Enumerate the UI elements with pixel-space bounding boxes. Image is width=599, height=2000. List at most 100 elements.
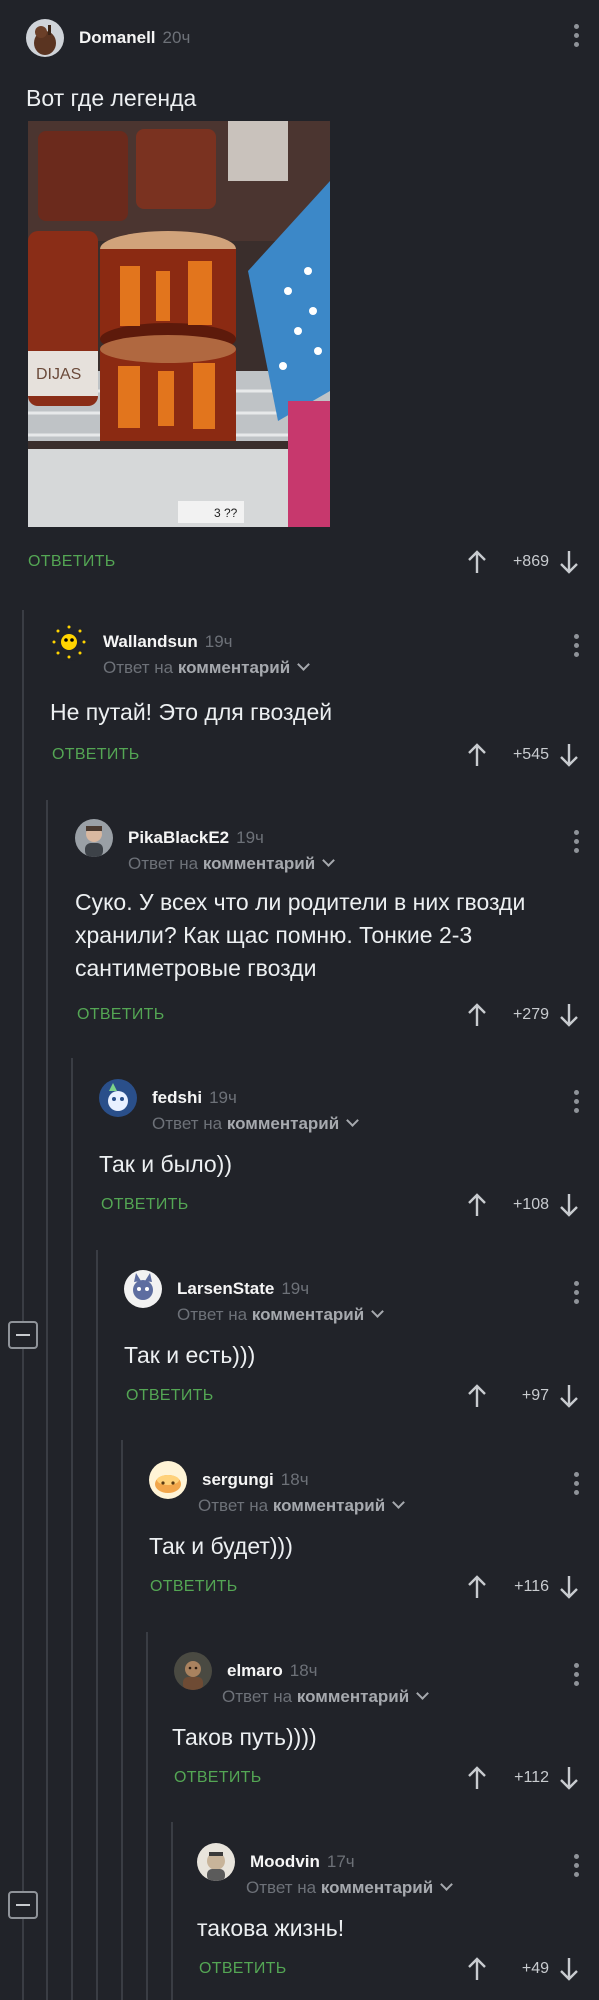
avatar[interactable] — [174, 1652, 212, 1690]
avatar[interactable] — [50, 623, 88, 661]
more-options-icon[interactable] — [573, 1090, 579, 1113]
timestamp: 18ч — [280, 1470, 309, 1489]
timestamp: 19ч — [209, 1088, 237, 1107]
comment: LarsenState 19ч Ответ на комментарий Так… — [0, 1269, 599, 1419]
username[interactable]: sergungi — [202, 1470, 274, 1490]
username[interactable]: LarsenState — [177, 1279, 274, 1299]
upvote-arrow-icon[interactable] — [465, 1574, 489, 1600]
chevron-down-icon — [392, 1496, 406, 1509]
timestamp: 17ч — [326, 1852, 355, 1871]
timestamp: 19ч — [236, 828, 264, 847]
chevron-down-icon — [416, 1687, 430, 1700]
comment-actions: ОТВЕТИТЬ +97 — [0, 1381, 599, 1411]
username[interactable]: Moodvin — [250, 1852, 320, 1872]
comment: sergungi 18ч Ответ на комментарий Так и … — [0, 1460, 599, 1610]
comment-actions: ОТВЕТИТЬ +116 — [0, 1572, 599, 1602]
more-options-icon[interactable] — [573, 24, 579, 47]
more-options-icon[interactable] — [573, 634, 579, 657]
more-options-icon[interactable] — [573, 1281, 579, 1304]
reply-to-link[interactable]: Ответ на комментарий — [222, 1687, 430, 1707]
rating-score: +279 — [512, 1006, 549, 1023]
comment-text: Таков путь)))) — [172, 1724, 317, 1750]
username[interactable]: Domanell — [79, 28, 156, 48]
avatar[interactable] — [149, 1461, 187, 1499]
comment-actions: ОТВЕТИТЬ +279 — [0, 1000, 599, 1030]
chevron-down-icon — [371, 1305, 385, 1318]
comment-text: Так и будет))) — [149, 1533, 293, 1559]
username[interactable]: PikaBlackE2 — [128, 828, 229, 848]
comment-text: такова жизнь! — [197, 1915, 345, 1941]
downvote-arrow-icon[interactable] — [557, 549, 581, 575]
downvote-arrow-icon[interactable] — [557, 1765, 581, 1791]
downvote-arrow-icon[interactable] — [557, 742, 581, 768]
avatar[interactable] — [26, 19, 64, 57]
comment: PikaBlackE2 19ч Ответ на комментарий Сук… — [0, 818, 599, 1038]
reply-button[interactable]: ОТВЕТИТЬ — [101, 1196, 189, 1214]
timestamp: 18ч — [289, 1661, 318, 1680]
comment: elmaro 18ч Ответ на комментарий Таков пу… — [0, 1651, 599, 1801]
reply-to-link[interactable]: Ответ на комментарий — [198, 1496, 406, 1516]
reply-to-link[interactable]: Ответ на комментарий — [103, 658, 311, 678]
reply-button[interactable]: ОТВЕТИТЬ — [77, 1006, 165, 1024]
username[interactable]: fedshi — [152, 1088, 202, 1108]
upvote-arrow-icon[interactable] — [465, 549, 489, 575]
downvote-arrow-icon[interactable] — [557, 1956, 581, 1982]
more-options-icon[interactable] — [573, 830, 579, 853]
username[interactable]: Wallandsun — [103, 632, 198, 652]
downvote-arrow-icon[interactable] — [557, 1192, 581, 1218]
comment-text: Так и есть))) — [124, 1342, 256, 1368]
upvote-arrow-icon[interactable] — [465, 1765, 489, 1791]
chevron-down-icon — [440, 1878, 454, 1891]
comment-text: Так и было)) — [99, 1151, 232, 1177]
rating-score: +97 — [521, 1387, 549, 1404]
upvote-arrow-icon[interactable] — [465, 1002, 489, 1028]
more-options-icon[interactable] — [573, 1854, 579, 1877]
post-actions: ОТВЕТИТЬ +869 — [0, 547, 599, 577]
comment-actions: ОТВЕТИТЬ +49 — [0, 1954, 599, 1984]
reply-button[interactable]: ОТВЕТИТЬ — [126, 1387, 214, 1405]
comment-text: Не путай! Это для гвоздей — [50, 699, 333, 725]
chevron-down-icon — [297, 658, 311, 671]
post-image[interactable]: DIJAS 3 ?? — [28, 121, 330, 527]
upvote-arrow-icon[interactable] — [465, 1383, 489, 1409]
chevron-down-icon — [346, 1114, 360, 1127]
price-tag: 3 ?? — [214, 506, 238, 520]
reply-button[interactable]: ОТВЕТИТЬ — [174, 1769, 262, 1787]
more-options-icon[interactable] — [573, 1663, 579, 1686]
reply-to-link[interactable]: Ответ на комментарий — [152, 1114, 360, 1134]
comment: fedshi 19ч Ответ на комментарий Так и бы… — [0, 1078, 599, 1228]
reply-to-link[interactable]: Ответ на комментарий — [128, 854, 336, 874]
comment-actions: ОТВЕТИТЬ +108 — [0, 1190, 599, 1220]
avatar[interactable] — [99, 1079, 137, 1117]
rating-score: +49 — [521, 1960, 549, 1977]
timestamp: 19ч — [204, 632, 233, 651]
svg-text:DIJAS: DIJAS — [36, 366, 81, 383]
comment: Moodvin 17ч Ответ на комментарий такова … — [0, 1842, 599, 1992]
username[interactable]: elmaro — [227, 1661, 283, 1681]
rating-score: +112 — [514, 1769, 549, 1786]
upvote-arrow-icon[interactable] — [465, 742, 489, 768]
rating-score: +108 — [512, 1196, 549, 1213]
comment-actions: ОТВЕТИТЬ +545 — [0, 740, 599, 770]
comment-actions: ОТВЕТИТЬ +112 — [0, 1763, 599, 1793]
upvote-arrow-icon[interactable] — [465, 1956, 489, 1982]
chevron-down-icon — [322, 854, 336, 867]
downvote-arrow-icon[interactable] — [557, 1383, 581, 1409]
reply-to-link[interactable]: Ответ на комментарий — [246, 1878, 454, 1898]
downvote-arrow-icon[interactable] — [557, 1574, 581, 1600]
reply-button[interactable]: ОТВЕТИТЬ — [52, 746, 140, 764]
upvote-arrow-icon[interactable] — [465, 1192, 489, 1218]
more-options-icon[interactable] — [573, 1472, 579, 1495]
reply-to-link[interactable]: Ответ на комментарий — [177, 1305, 385, 1325]
timestamp: 20ч — [162, 28, 191, 47]
post-text: Вот где легенда — [26, 85, 197, 111]
avatar[interactable] — [124, 1270, 162, 1308]
reply-button[interactable]: ОТВЕТИТЬ — [150, 1578, 238, 1596]
reply-button[interactable]: ОТВЕТИТЬ — [199, 1960, 287, 1978]
comment-text: Суко. У всех что ли родители в них гвозд… — [75, 889, 526, 981]
reply-button[interactable]: ОТВЕТИТЬ — [28, 553, 116, 571]
avatar[interactable] — [75, 819, 113, 857]
avatar[interactable] — [197, 1843, 235, 1881]
downvote-arrow-icon[interactable] — [557, 1002, 581, 1028]
rating-score: +869 — [512, 553, 549, 570]
